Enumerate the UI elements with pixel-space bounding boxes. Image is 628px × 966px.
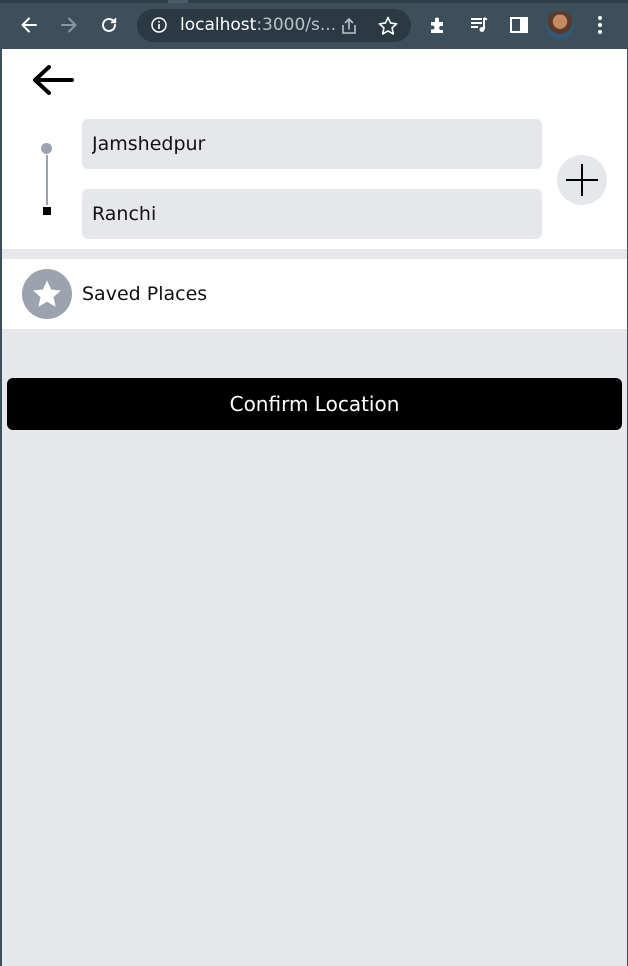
reload-icon[interactable] <box>96 12 122 38</box>
saved-places-icon-circle <box>22 269 72 319</box>
address-bar[interactable]: localhost:3000/s... <box>137 9 411 42</box>
bookmark-star-icon[interactable] <box>377 15 399 37</box>
url-host: localhost <box>180 15 257 35</box>
route-connector-line <box>46 155 48 205</box>
share-icon[interactable] <box>339 16 359 36</box>
site-info-icon[interactable] <box>151 17 167 33</box>
tab-strip <box>0 0 628 3</box>
pickup-location-input[interactable] <box>82 119 542 169</box>
browser-toolbar: localhost:3000/s... <box>0 0 628 49</box>
dropoff-marker-icon <box>43 207 51 215</box>
active-tab-edge <box>168 0 188 3</box>
extensions-icon[interactable] <box>425 12 451 38</box>
plus-icon <box>566 164 598 196</box>
url-text[interactable]: localhost:3000/s... <box>180 9 336 42</box>
back-arrow-icon <box>33 65 74 95</box>
profile-avatar[interactable] <box>546 11 574 39</box>
saved-places-item[interactable]: Saved Places <box>2 259 627 329</box>
dropoff-location-input[interactable] <box>82 189 542 239</box>
back-button[interactable] <box>28 61 76 99</box>
browser-menu-icon[interactable] <box>587 12 613 38</box>
browser-forward-icon[interactable] <box>56 12 82 38</box>
page-viewport: Saved Places Confirm Location <box>2 49 627 966</box>
star-icon <box>33 280 61 307</box>
media-control-icon[interactable] <box>466 12 492 38</box>
url-path: :3000/s... <box>256 15 337 35</box>
side-panel-icon[interactable] <box>506 12 532 38</box>
pickup-marker-icon <box>41 143 52 154</box>
confirm-location-button[interactable]: Confirm Location <box>7 378 622 430</box>
saved-places-label: Saved Places <box>82 283 208 305</box>
browser-back-icon[interactable] <box>16 12 42 38</box>
add-stop-button[interactable] <box>557 155 607 205</box>
route-panel <box>2 49 627 249</box>
